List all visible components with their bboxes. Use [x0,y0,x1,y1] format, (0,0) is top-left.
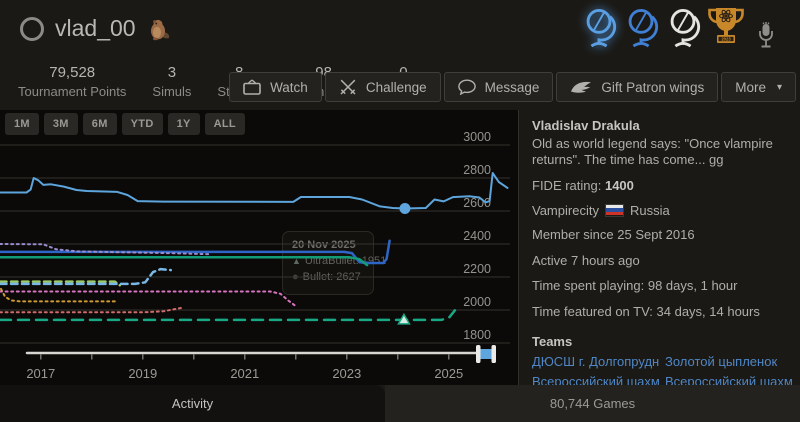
action-buttons: Watch Challenge Message Gift Patron wing… [229,72,796,102]
globe-trophy-blue-icon[interactable] [622,5,660,51]
x-axis-label: 2025 [434,366,463,381]
stat-label: Simuls [152,83,192,99]
rating-chart-panel: 1M 3M 6M YTD 1Y ALL 20 Nov 2025 ▲ UltraB… [0,110,518,385]
teams-list: ДЮСШ г. Долгопрудный Золотой цыпленок Вс… [532,354,792,385]
gift-label: Gift Patron wings [601,79,705,95]
speech-bubble-icon [457,79,476,95]
fide-rating-row: FIDE rating: 1400 [532,178,792,195]
stat-value: 3 [167,64,177,81]
slider-handle-left[interactable] [476,345,481,363]
chevron-down-icon: ▾ [776,81,782,93]
range-3m-button[interactable]: 3M [43,113,78,135]
tab-activity[interactable]: Activity [0,385,385,422]
crossed-swords-icon [340,79,356,95]
profile-header: vlad_00 2023 79,528 Tournament Points 3 … [0,0,800,110]
range-ytd-button[interactable]: YTD [121,113,163,135]
team-link[interactable]: Всероссийский шахма... [665,374,792,385]
x-axis-label: 2023 [332,366,361,381]
y-axis-tick-label: 3000 [463,130,491,144]
location-row: Vampirecity Russia [532,203,792,220]
range-1m-button[interactable]: 1M [5,113,39,135]
challenge-label: Challenge [365,79,427,95]
x-axis-label: 2021 [230,366,259,381]
username: vlad_00 [55,15,136,41]
user-title-row: vlad_00 [20,15,171,42]
slider-handle-right[interactable] [491,345,497,363]
time-featured-tv: Time featured on TV: 34 days, 14 hours [532,304,760,319]
rating-history-chart: 30002800260024002200200018002017 2019 2021… [0,130,510,381]
team-link[interactable]: Золотой цыпленок [665,354,792,371]
y-axis-tick-label: 2800 [463,163,491,177]
more-label: More [735,79,766,95]
time-spent-playing: Time spent playing: 98 days, 1 hour [532,278,738,294]
online-status-ring-icon [20,16,44,41]
y-axis-tick-label: 2200 [463,262,491,276]
time-range-buttons: 1M 3M 6M YTD 1Y ALL [5,113,245,135]
bio-text: Old as world legend says: "Once vlampire… [532,135,773,168]
watch-button[interactable]: Watch [229,72,322,102]
stat-tournament-points[interactable]: 79,528 Tournament Points [18,62,126,99]
patron-wing-icon [571,81,592,93]
range-1y-button[interactable]: 1Y [167,113,200,135]
teams-heading: Teams [532,333,573,349]
last-active: Active 7 hours ago [532,252,640,268]
svg-text:2023: 2023 [721,37,731,42]
y-axis-tick-label: 2000 [463,295,491,309]
watch-label: Watch [270,79,308,95]
tab-games-label: 80,744 Games [549,396,636,411]
russia-flag-icon [604,203,624,217]
beaver-patron-icon [150,19,169,40]
stat-simuls[interactable]: 3 Simuls [152,62,191,99]
series-pink-dotted [0,290,296,307]
stat-label: Tournament Points [18,83,127,99]
challenge-button[interactable]: Challenge [324,72,441,102]
stat-value: 79,528 [49,64,96,81]
x-axis-label: 2019 [128,366,157,381]
x-axis-label: 2017 [26,366,55,381]
member-since: Member since 25 Sept 2016 [532,227,695,243]
city-text: Vampirecity [532,202,599,218]
tab-activity-label: Activity [171,396,214,411]
range-6m-button[interactable]: 6M [82,113,117,135]
bottom-tabs: Activity 80,744 Games [0,385,800,422]
globe-trophy-white-icon[interactable] [664,5,702,51]
team-link[interactable]: Всероссийский шахма... [532,374,659,385]
gift-patron-wings-button[interactable]: Gift Patron wings [556,72,719,102]
message-button[interactable]: Message [443,72,554,102]
y-axis-tick-label: 2400 [463,229,491,243]
range-all-button[interactable]: ALL [204,113,245,135]
slider-selected-range[interactable] [480,349,492,359]
series-rapid-teal-solid [0,255,369,267]
bullet-point-marker[interactable] [399,203,411,215]
message-label: Message [484,79,540,95]
fide-label: FIDE rating: [532,177,605,193]
y-axis-tick-label: 1800 [463,328,491,342]
globe-trophy-blue-glow-icon[interactable] [580,5,618,51]
real-name: Vladislav Drakula [532,118,640,133]
tv-icon [243,79,261,95]
country-text: Russia [629,202,670,218]
trophy-shelf: 2023 [580,5,776,51]
profile-sidebar: Vladislav Drakula Old as world legend sa… [518,110,800,385]
team-link[interactable]: ДЮСШ г. Долгопрудный [532,354,659,371]
fide-value: 1400 [604,177,634,193]
more-button[interactable]: More ▾ [721,72,796,102]
tab-games[interactable]: 80,744 Games [385,385,800,422]
atom-cup-trophy-icon[interactable]: 2023 [706,5,746,51]
microphone-icon[interactable] [756,21,776,51]
